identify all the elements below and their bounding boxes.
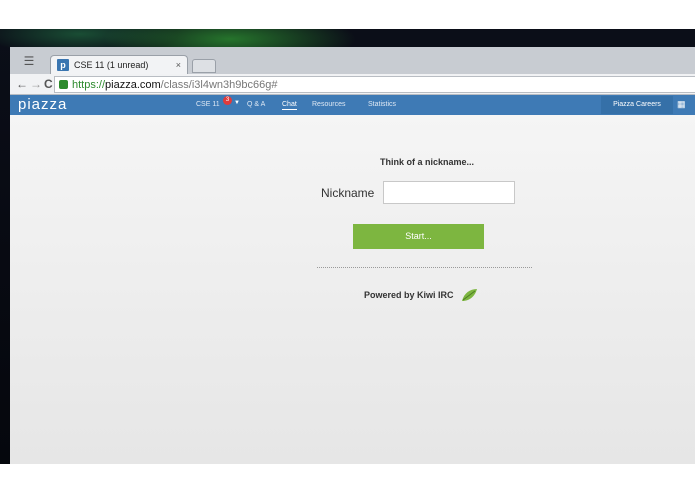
screen-bottom-border bbox=[0, 464, 695, 494]
new-tab-button[interactable] bbox=[192, 59, 216, 73]
piazza-top-nav: piazza CSE 11 3 ▼ Q & A Chat Resources S… bbox=[10, 95, 695, 115]
unread-badge: 3 bbox=[223, 96, 232, 105]
lock-icon bbox=[59, 80, 68, 89]
address-bar[interactable]: https:// piazza.com /class/i3l4wn3h9bc66… bbox=[54, 76, 695, 93]
chat-content-area: Think of a nickname... Nickname Start...… bbox=[10, 115, 695, 464]
nickname-prompt: Think of a nickname... bbox=[379, 157, 475, 167]
window-menu-icon[interactable]: ☰ bbox=[18, 53, 40, 69]
start-button[interactable]: Start... bbox=[353, 224, 484, 249]
url-scheme: https:// bbox=[72, 78, 106, 91]
powered-by-text: Powered by Kiwi IRC bbox=[364, 290, 454, 300]
back-icon[interactable]: ← bbox=[16, 77, 28, 91]
piazza-careers-link[interactable]: Piazza Careers bbox=[601, 96, 673, 114]
forward-icon[interactable]: → bbox=[30, 77, 42, 91]
screen-top-border bbox=[0, 0, 695, 29]
nickname-input[interactable] bbox=[383, 181, 515, 204]
chevron-down-icon[interactable]: ▼ bbox=[234, 100, 240, 106]
browser-tab[interactable]: p CSE 11 (1 unread) × bbox=[50, 55, 188, 74]
powered-by-kiwi: Powered by Kiwi IRC bbox=[364, 288, 478, 302]
browser-window: ☰ p CSE 11 (1 unread) × ← → C https:// p… bbox=[10, 47, 695, 464]
divider bbox=[317, 267, 532, 268]
nickname-label: Nickname bbox=[321, 186, 375, 200]
reload-icon[interactable]: C bbox=[44, 77, 53, 91]
piazza-logo[interactable]: piazza bbox=[18, 96, 67, 114]
menu-grid-icon[interactable]: ▦ bbox=[677, 100, 686, 109]
browser-toolbar: ← → C https:// piazza.com /class/i3l4wn3… bbox=[10, 74, 695, 95]
tab-close-icon[interactable]: × bbox=[176, 60, 181, 70]
piazza-favicon-icon: p bbox=[57, 59, 69, 71]
url-path: /class/i3l4wn3h9bc66g# bbox=[160, 78, 278, 91]
url-host: piazza.com bbox=[105, 78, 161, 91]
nav-chat[interactable]: Chat bbox=[282, 100, 297, 110]
nav-statistics[interactable]: Statistics bbox=[368, 100, 396, 109]
nav-qa[interactable]: Q & A bbox=[247, 100, 265, 109]
nav-resources[interactable]: Resources bbox=[312, 100, 345, 109]
kiwi-leaf-icon bbox=[461, 289, 477, 301]
tab-strip: ☰ p CSE 11 (1 unread) × bbox=[10, 47, 695, 74]
tab-title: CSE 11 (1 unread) bbox=[74, 60, 149, 70]
nav-class-dropdown[interactable]: CSE 11 bbox=[196, 100, 220, 109]
